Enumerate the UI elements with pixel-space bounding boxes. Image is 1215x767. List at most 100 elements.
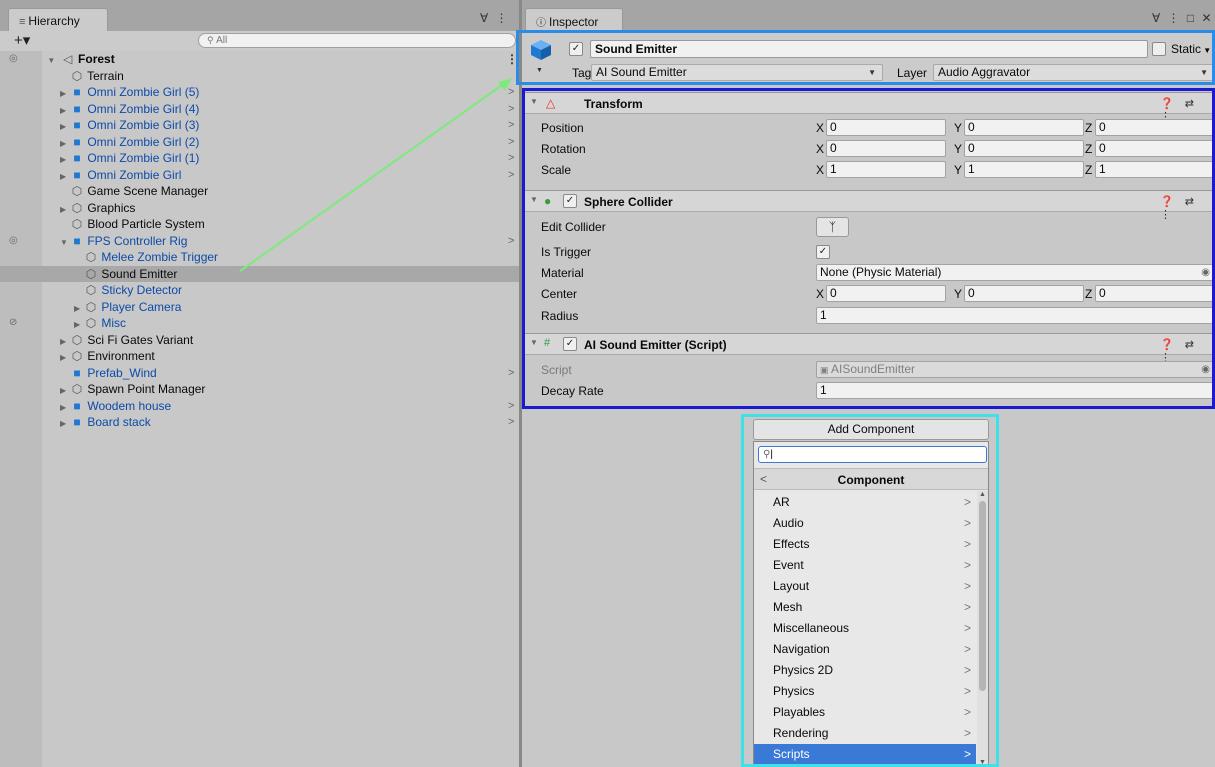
- hierarchy-item[interactable]: ▶ ■ Omni Zombie Girl (4) >: [0, 101, 519, 118]
- chevron-right-icon[interactable]: >: [508, 167, 514, 184]
- sphere-collider-enabled-checkbox[interactable]: ✓: [563, 194, 577, 208]
- add-component-button[interactable]: Add Component: [753, 419, 989, 440]
- transform-header[interactable]: ▼ △ Transform ❓ ⇄ ⋮: [522, 92, 1215, 123]
- chevron-right-icon[interactable]: >: [508, 365, 514, 382]
- vector-y-field[interactable]: 0: [964, 140, 1084, 157]
- hierarchy-item[interactable]: ▶ ■ Omni Zombie Girl (5) >: [0, 84, 519, 101]
- hierarchy-item[interactable]: ▶ ■ Woodem house >: [0, 398, 519, 415]
- hierarchy-search-input[interactable]: ⚲ All: [198, 33, 516, 48]
- center-z-field[interactable]: 0: [1095, 285, 1215, 302]
- hierarchy-item[interactable]: ▶ ■ Board stack >: [0, 414, 519, 431]
- vector-x-field[interactable]: 1: [826, 161, 946, 178]
- scroll-up-icon[interactable]: ▲: [979, 491, 986, 498]
- inspector-tab[interactable]: ⓘ Inspector: [525, 8, 623, 31]
- tag-dropdown[interactable]: AI Sound Emitter ▼: [591, 64, 883, 81]
- vector-x-field[interactable]: 0: [826, 119, 946, 136]
- y-axis-label: Y: [954, 142, 963, 156]
- hidden-eye-icon[interactable]: ⊘: [9, 315, 17, 332]
- hierarchy-item[interactable]: ▶ ■ Omni Zombie Girl (3) >: [0, 117, 519, 134]
- hierarchy-item[interactable]: ▶ ■ Omni Zombie Girl >: [0, 167, 519, 184]
- hierarchy-item[interactable]: ▶ ⬡ Player Camera: [0, 299, 519, 316]
- component-category-label: Layout: [773, 579, 810, 593]
- hierarchy-item[interactable]: ⬡ Sound Emitter: [0, 265, 519, 282]
- hierarchy-item[interactable]: ◎ ▼ ■ FPS Controller Rig >: [0, 233, 519, 250]
- component-search-input[interactable]: ⚲|: [758, 446, 987, 463]
- edit-collider-button[interactable]: ᛉ: [816, 217, 849, 237]
- vector-z-field[interactable]: 0: [1095, 119, 1215, 136]
- component-category-item[interactable]: Effects >: [754, 534, 976, 555]
- hierarchy-item[interactable]: ⬡ Game Scene Manager: [0, 183, 519, 200]
- hierarchy-item[interactable]: ▶ ■ Omni Zombie Girl (1) >: [0, 150, 519, 167]
- script-enabled-checkbox[interactable]: ✓: [563, 337, 577, 351]
- eye-icon[interactable]: ◎: [9, 51, 18, 68]
- layer-dropdown[interactable]: Audio Aggravator ▼: [933, 64, 1215, 81]
- scrollbar-thumb[interactable]: [979, 501, 986, 691]
- fold-arrow-icon[interactable]: ▼: [530, 195, 538, 204]
- inspector-tab-tools[interactable]: ∀ ⋮ □ ✕: [1152, 11, 1214, 25]
- vector-z-field[interactable]: 1: [1095, 161, 1215, 178]
- chevron-right-icon[interactable]: >: [508, 150, 514, 167]
- object-picker-icon[interactable]: ◉: [1201, 265, 1210, 280]
- hierarchy-item[interactable]: ▶ ⬡ Spawn Point Manager: [0, 381, 519, 398]
- active-checkbox[interactable]: ✓: [569, 42, 583, 56]
- hierarchy-tab-menu[interactable]: ∀ ⋮: [480, 11, 510, 25]
- fold-arrow-icon[interactable]: ▼: [530, 338, 538, 347]
- component-category-item[interactable]: Playables >: [754, 702, 976, 723]
- chevron-right-icon[interactable]: >: [508, 134, 514, 151]
- vector-y-field[interactable]: 1: [964, 161, 1084, 178]
- center-y-field[interactable]: 0: [964, 285, 1084, 302]
- hierarchy-item[interactable]: ⬡ Melee Zombie Trigger: [0, 249, 519, 266]
- chevron-right-icon[interactable]: >: [508, 84, 514, 101]
- hierarchy-item[interactable]: ▶ ⬡ Environment: [0, 348, 519, 365]
- component-category-item[interactable]: Miscellaneous >: [754, 618, 976, 639]
- create-button[interactable]: +▾: [14, 31, 30, 49]
- component-category-item[interactable]: Audio >: [754, 513, 976, 534]
- material-field[interactable]: None (Physic Material) ◉: [816, 264, 1215, 281]
- vector-x-field[interactable]: 0: [826, 140, 946, 157]
- object-name-field[interactable]: Sound Emitter: [590, 40, 1148, 58]
- component-category-item[interactable]: Physics 2D >: [754, 660, 976, 681]
- radius-field[interactable]: 1: [816, 307, 1215, 324]
- fold-arrow-icon[interactable]: ▼: [530, 97, 538, 106]
- is-trigger-checkbox[interactable]: ✓: [816, 245, 830, 259]
- component-category-item[interactable]: Rendering >: [754, 723, 976, 744]
- center-x-field[interactable]: 0: [826, 285, 946, 302]
- hierarchy-item[interactable]: ⊘ ▶ ⬡ Misc: [0, 315, 519, 332]
- hierarchy-item[interactable]: ⬡ Blood Particle System: [0, 216, 519, 233]
- eye-icon[interactable]: ◎: [9, 233, 18, 250]
- hierarchy-item[interactable]: ▶ ⬡ Graphics: [0, 200, 519, 217]
- vector-y-field[interactable]: 0: [964, 119, 1084, 136]
- static-label[interactable]: Static ▼: [1171, 42, 1211, 56]
- component-category-item[interactable]: Layout >: [754, 576, 976, 597]
- hierarchy-item[interactable]: ▶ ■ Omni Zombie Girl (2) >: [0, 134, 519, 151]
- hierarchy-item[interactable]: ⬡ Terrain: [0, 68, 519, 85]
- hierarchy-item[interactable]: ▶ ⬡ Sci Fi Gates Variant: [0, 332, 519, 349]
- popup-scrollbar[interactable]: ▲ ▼: [977, 491, 988, 766]
- chevron-right-icon[interactable]: >: [508, 117, 514, 134]
- static-checkbox[interactable]: [1152, 42, 1166, 56]
- scene-menu-icon[interactable]: ⋮: [506, 51, 518, 68]
- prefab-cube-icon: ■: [73, 167, 81, 182]
- component-category-item[interactable]: Physics >: [754, 681, 976, 702]
- chevron-right-icon[interactable]: >: [508, 233, 514, 250]
- icon-dropdown-icon[interactable]: ▼: [536, 67, 543, 74]
- chevron-right-icon[interactable]: >: [508, 414, 514, 431]
- component-category-item[interactable]: Navigation >: [754, 639, 976, 660]
- sphere-collider-header[interactable]: ▼ ● ✓ Sphere Collider ❓ ⇄ ⋮: [522, 190, 1215, 221]
- component-category-item[interactable]: Scripts >: [754, 744, 976, 765]
- expand-arrow-icon[interactable]: ▶: [60, 416, 70, 433]
- component-category-item[interactable]: Event >: [754, 555, 976, 576]
- hierarchy-item[interactable]: ⬡ Sticky Detector: [0, 282, 519, 299]
- component-category-item[interactable]: Mesh >: [754, 597, 976, 618]
- component-category-item[interactable]: AR >: [754, 492, 976, 513]
- chevron-right-icon[interactable]: >: [508, 101, 514, 118]
- scene-row[interactable]: ◎ ▼ ◁ Forest ⋮: [0, 51, 519, 68]
- hierarchy-tab[interactable]: ≡ Hierarchy: [8, 8, 108, 31]
- hierarchy-item[interactable]: ■ Prefab_Wind >: [0, 365, 519, 382]
- script-component-header[interactable]: ▼ # ✓ AI Sound Emitter (Script) ❓ ⇄ ⋮: [522, 333, 1215, 364]
- scroll-down-icon[interactable]: ▼: [979, 759, 986, 766]
- vector-z-field[interactable]: 0: [1095, 140, 1215, 157]
- chevron-right-icon[interactable]: >: [508, 398, 514, 415]
- prefab-cube-icon: ■: [73, 151, 81, 165]
- decay-rate-field[interactable]: 1: [816, 382, 1215, 399]
